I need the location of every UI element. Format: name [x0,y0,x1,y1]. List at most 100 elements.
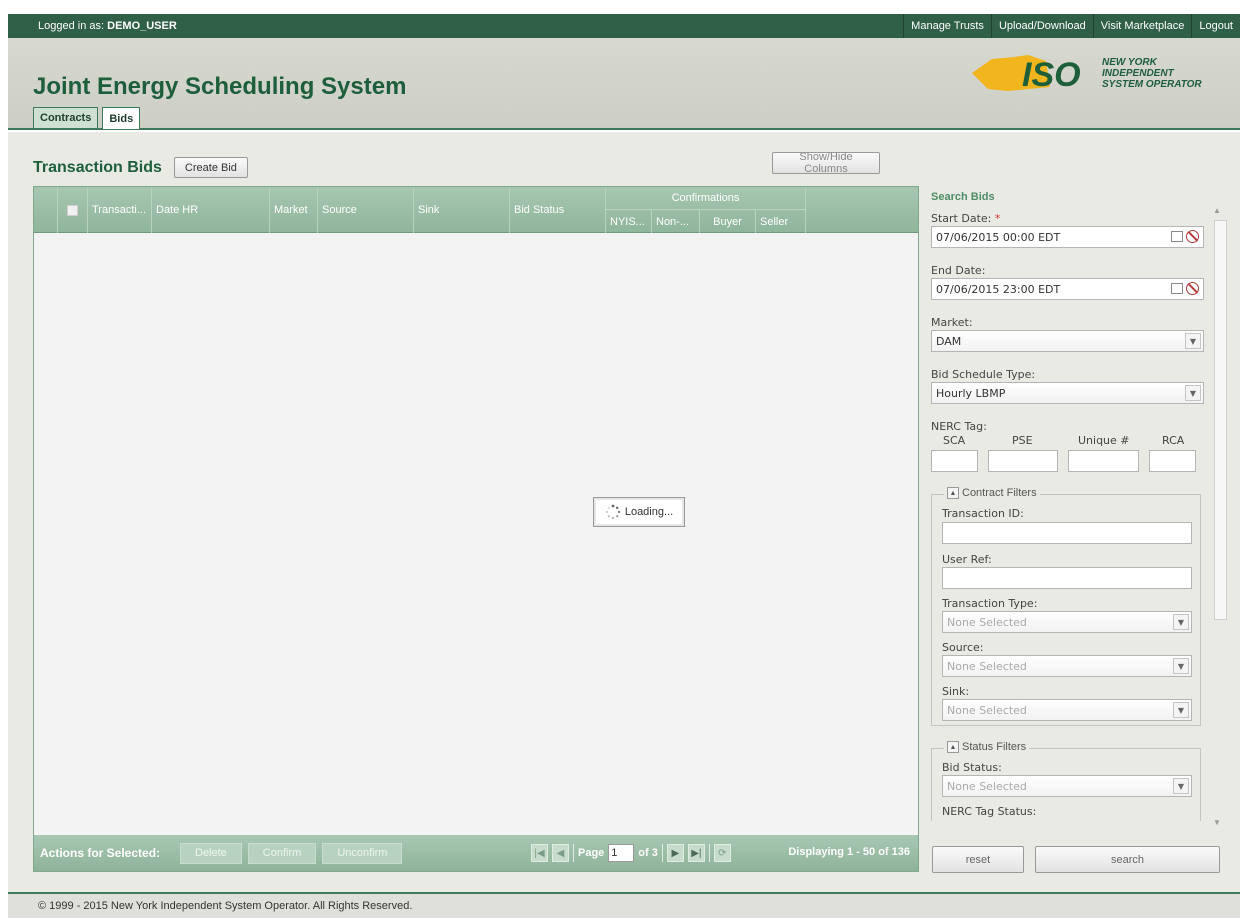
confirm-button[interactable]: Confirm [247,842,317,864]
scroll-down-icon[interactable]: ▼ [1213,818,1221,827]
spinner-icon [605,504,621,519]
top-links: Manage Trusts Upload/Download Visit Mark… [903,14,1240,38]
upload-download-link[interactable]: Upload/Download [990,14,1093,38]
column-non[interactable]: Non-... [652,210,700,233]
column-date-hr[interactable]: Date HR [152,187,270,233]
page-number-input[interactable] [608,844,635,862]
svg-text:SYSTEM OPERATOR: SYSTEM OPERATOR [1102,79,1202,90]
column-market[interactable]: Market [270,187,318,233]
pager-separator [661,844,663,862]
user-ref-input[interactable] [942,567,1192,589]
search-panel: Search Bids Start Date: * 07/06/2015 00:… [928,186,1228,822]
main-content: Transaction Bids Create Bid Show/Hide Co… [8,132,1240,892]
end-date-label: End Date: [931,264,986,277]
column-buyer[interactable]: Buyer [700,210,756,233]
chevron-down-icon[interactable]: ▼ [1185,333,1201,349]
next-page-icon[interactable]: ▶ [666,844,684,862]
login-prefix: Logged in as: [38,20,105,32]
clear-icon[interactable] [1186,230,1199,243]
collapse-icon[interactable]: ▲ [947,741,959,753]
select-all-checkbox[interactable] [67,204,78,216]
transaction-type-label: Transaction Type: [942,597,1038,610]
tab-bids[interactable]: Bids [102,107,141,129]
transaction-type-select[interactable]: None Selected ▼ [942,611,1192,633]
main-tabs: Contracts Bids [33,107,141,129]
select-all-column [58,187,88,233]
scroll-up-icon[interactable]: ▲ [1213,206,1221,215]
pager: |◀ ◀ Page of 3 ▶ ▶| ⟳ [531,842,731,864]
column-bid-status[interactable]: Bid Status [510,187,606,233]
status-filters-legend[interactable]: ▲ Status Filters [944,741,1030,753]
nyiso-name: NEW YORK INDEPENDENT SYSTEM OPERATOR [1102,57,1202,90]
bid-schedule-type-label: Bid Schedule Type: [931,368,1036,381]
end-date-field[interactable]: 07/06/2015 23:00 EDT [931,278,1204,300]
search-panel-title: Search Bids [931,191,995,203]
first-page-icon[interactable]: |◀ [531,844,548,862]
column-sink[interactable]: Sink [414,187,510,233]
svg-text:ISO: ISO [1022,56,1081,93]
page-footer: © 1999 - 2015 New York Independent Syste… [8,892,1240,918]
chevron-down-icon[interactable]: ▼ [1173,614,1189,630]
nerc-unique-label: Unique # [1078,434,1130,447]
source-select[interactable]: None Selected ▼ [942,655,1192,677]
unconfirm-button[interactable]: Unconfirm [322,842,403,864]
tab-contracts[interactable]: Contracts [33,107,99,128]
title-row: Transaction Bids Create Bid [33,157,248,178]
user-ref-label: User Ref: [942,553,992,566]
prev-page-icon[interactable]: ◀ [552,844,569,862]
scroll-track[interactable] [1213,220,1227,816]
create-bid-button[interactable]: Create Bid [173,157,248,178]
chevron-down-icon[interactable]: ▼ [1173,778,1189,794]
refresh-icon[interactable]: ⟳ [713,844,731,862]
nerc-sca-input[interactable] [931,450,978,472]
nerc-rca-label: RCA [1162,434,1185,447]
column-seller[interactable]: Seller [756,210,806,233]
search-form: Start Date: * 07/06/2015 00:00 EDT End D… [928,206,1224,821]
column-source[interactable]: Source [318,187,414,233]
transaction-id-input[interactable] [942,522,1192,544]
last-page-icon[interactable]: ▶| [687,844,705,862]
top-bar: Logged in as: DEMO_USER Manage Trusts Up… [8,14,1240,38]
calendar-icon[interactable] [1171,231,1183,242]
contract-filters-legend[interactable]: ▲ Contract Filters [944,487,1040,499]
market-select[interactable]: DAM ▼ [931,330,1204,352]
nerc-sca-label: SCA [943,434,966,447]
app-header: Joint Energy Scheduling System Contracts… [8,38,1240,130]
logout-link[interactable]: Logout [1191,14,1240,38]
calendar-icon[interactable] [1171,283,1183,294]
nerc-pse-input[interactable] [988,450,1058,472]
start-date-field[interactable]: 07/06/2015 00:00 EDT [931,226,1204,248]
copyright-text: © 1999 - 2015 New York Independent Syste… [38,900,413,912]
column-nyiso[interactable]: NYIS... [606,210,652,233]
svg-text:NEW YORK: NEW YORK [1102,57,1158,68]
show-hide-columns-button[interactable]: Show/Hide Columns [772,151,880,175]
column-transaction[interactable]: Transacti... [88,187,152,233]
actions-label: Actions for Selected: [40,846,161,860]
scroll-thumb[interactable] [1214,220,1227,620]
collapse-icon[interactable]: ▲ [947,487,959,499]
displaying-count: Displaying 1 - 50 of 136 [788,846,910,858]
search-button[interactable]: search [1035,846,1220,873]
nerc-unique-input[interactable] [1068,450,1139,472]
bid-status-select[interactable]: None Selected ▼ [942,775,1192,797]
chevron-down-icon[interactable]: ▼ [1173,658,1189,674]
bid-schedule-type-select[interactable]: Hourly LBMP ▼ [931,382,1204,404]
reset-button[interactable]: reset [932,846,1024,873]
chevron-down-icon[interactable]: ▼ [1185,385,1201,401]
iso-wordmark: ISO [1022,56,1081,93]
page-title: Transaction Bids [33,158,162,176]
page-count: of 3 [638,847,658,859]
svg-text:INDEPENDENT: INDEPENDENT [1102,68,1175,79]
pager-separator [708,844,710,862]
nerc-rca-input[interactable] [1149,450,1196,472]
nerc-tag-status-label: NERC Tag Status: [942,805,1037,818]
search-panel-scrollbar[interactable]: ▲ ▼ [1210,206,1227,830]
visit-marketplace-link[interactable]: Visit Marketplace [1092,14,1192,38]
chevron-down-icon[interactable]: ▼ [1173,702,1189,718]
sink-select[interactable]: None Selected ▼ [942,699,1192,721]
confirmations-group-header: Confirmations [606,187,806,210]
delete-button[interactable]: Delete [180,842,242,864]
manage-trusts-link[interactable]: Manage Trusts [903,14,991,38]
clear-icon[interactable] [1186,282,1199,295]
contract-filters: ▲ Contract Filters Transaction ID: User … [931,487,1201,726]
